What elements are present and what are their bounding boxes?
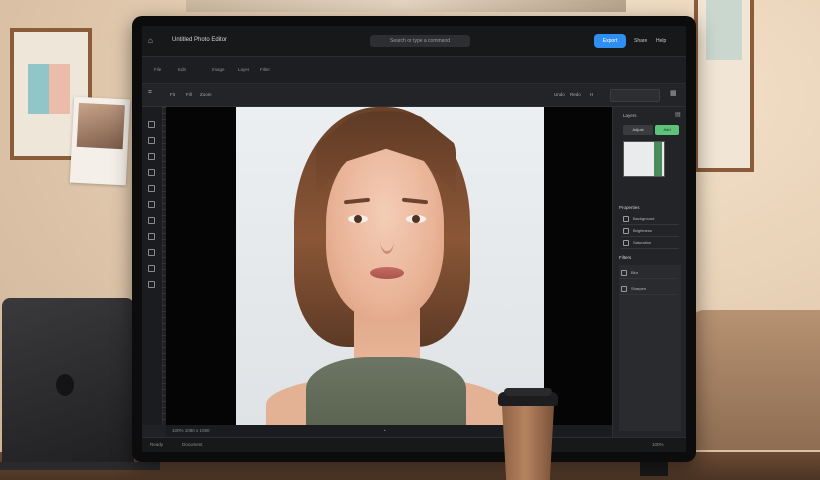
eraser-icon[interactable] [148, 201, 155, 208]
sofa [690, 310, 820, 450]
right-panel: Layers ▤ Adjust Add Properties Backgroun… [612, 107, 686, 437]
brightness-icon [623, 228, 629, 234]
share-link[interactable]: Share [634, 38, 647, 44]
zoom-icon[interactable] [148, 281, 155, 288]
panel-toggle-icon[interactable]: ▦ [670, 89, 677, 97]
panel-title: Layers [623, 113, 637, 118]
text-icon[interactable] [148, 233, 155, 240]
lips [370, 267, 404, 279]
cup-body [502, 406, 554, 480]
filters-list: Blur Sharpen [619, 265, 681, 431]
shirt [306, 357, 466, 425]
filter-row[interactable]: Blur [619, 267, 677, 279]
app-bar: ⌂ Untitled Photo Editor Search or type a… [142, 26, 686, 57]
export-button[interactable]: Export [594, 34, 626, 48]
app-screen: ⌂ Untitled Photo Editor Search or type a… [142, 26, 686, 452]
clone-icon[interactable] [148, 217, 155, 224]
toolbar-zoom[interactable]: Zoom [200, 92, 212, 97]
abstract-art [28, 64, 70, 114]
toolbar-fill[interactable]: Fill [186, 92, 192, 97]
property-row[interactable]: Saturation [621, 237, 679, 249]
tab-layer[interactable]: Layer [238, 67, 249, 72]
tab-image[interactable]: Image [212, 67, 225, 72]
laptop [2, 298, 134, 466]
portrait-photo[interactable] [236, 107, 544, 425]
layer-icon [623, 216, 629, 222]
bottom-bar: Ready Document 100% [142, 437, 686, 452]
select-tool-icon[interactable] [148, 137, 155, 144]
add-button[interactable]: Add [655, 125, 679, 135]
panel-menu-icon[interactable]: ▤ [675, 111, 681, 118]
shape-icon[interactable] [148, 249, 155, 256]
app-title: Untitled Photo Editor [172, 37, 228, 43]
frame-art [706, 0, 742, 60]
coffee-cup [498, 388, 558, 480]
left-eye [348, 215, 368, 223]
monitor: ⌂ Untitled Photo Editor Search or type a… [132, 16, 696, 462]
brush-icon[interactable] [148, 185, 155, 192]
blur-icon [621, 270, 627, 276]
canvas-status-left: 100% 1080 x 1080 [172, 428, 210, 433]
adjust-button[interactable]: Adjust [623, 125, 653, 135]
laptop-base [0, 462, 160, 470]
canvas[interactable] [166, 107, 612, 425]
zoom-input[interactable] [610, 89, 660, 102]
filter-row[interactable]: Sharpen [619, 283, 677, 295]
undo-button[interactable]: Undo [554, 92, 565, 97]
sharpen-icon [621, 286, 627, 292]
command-search[interactable]: Search or type a command [370, 35, 470, 47]
help-link[interactable]: Help [656, 38, 666, 44]
filters-header: Filters [619, 255, 632, 260]
history-button[interactable]: H [590, 92, 593, 97]
grid-icon[interactable]: ⌗ [148, 89, 152, 97]
saturation-icon [623, 240, 629, 246]
tab-filter[interactable]: Filter [260, 67, 270, 72]
status-left: Ready [150, 442, 164, 447]
canvas-status-center: • [384, 428, 386, 433]
options-toolbar: ⌗ Fit Fill Zoom Undo Redo H ▦ [142, 84, 686, 107]
tab-edit[interactable]: Edit [178, 67, 186, 72]
menu-tabs: File Edit Image Layer Filter [142, 57, 686, 84]
redo-button[interactable]: Redo [570, 92, 581, 97]
shelf [186, 0, 626, 12]
property-row[interactable]: Brightness [621, 225, 679, 237]
picture-frame-right [694, 0, 754, 172]
polaroid-image [76, 102, 125, 150]
status-center: Document [182, 442, 203, 447]
laptop-logo-icon [56, 374, 74, 396]
status-right: 100% [652, 442, 664, 447]
tool-strip [142, 107, 163, 425]
property-row[interactable]: Background [621, 213, 679, 225]
move-tool-icon[interactable] [148, 121, 155, 128]
crop-icon[interactable] [148, 169, 155, 176]
hand-icon[interactable] [148, 265, 155, 272]
properties-header[interactable]: Properties [619, 205, 640, 210]
home-icon[interactable]: ⌂ [148, 36, 153, 45]
nose [380, 227, 394, 254]
polaroid-photo [69, 96, 131, 186]
cup-lid-top [504, 388, 552, 396]
layer-thumbnail[interactable] [623, 141, 665, 177]
thumbnail-accent [654, 142, 662, 176]
tab-file[interactable]: File [154, 67, 161, 72]
toolbar-fit[interactable]: Fit [170, 92, 175, 97]
right-eye [406, 215, 426, 223]
lasso-icon[interactable] [148, 153, 155, 160]
